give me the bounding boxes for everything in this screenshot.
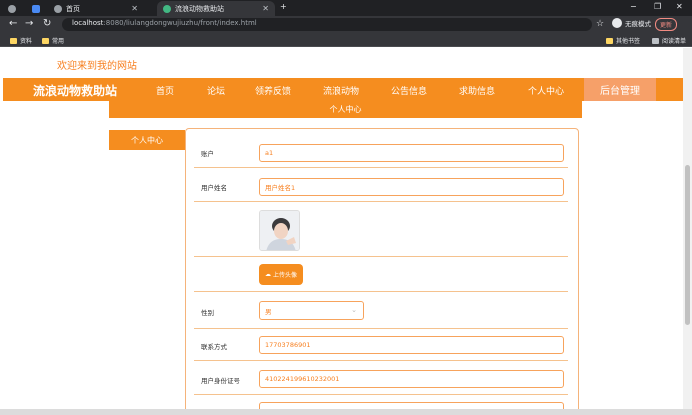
bookmark-folder[interactable]: 常用 bbox=[42, 36, 64, 45]
id-number-field[interactable]: 410224199610232001 bbox=[259, 370, 564, 388]
incognito-icon bbox=[612, 18, 622, 28]
reading-list-icon bbox=[652, 37, 659, 44]
site-brand[interactable]: 流浪动物救助站 bbox=[33, 82, 117, 99]
nav-home[interactable]: 首页 bbox=[156, 84, 174, 97]
divider bbox=[194, 256, 568, 257]
maximize-icon[interactable]: ❐ bbox=[654, 2, 661, 11]
gender-label: 性别 bbox=[201, 309, 214, 317]
profile-button[interactable]: 无痕模式 bbox=[612, 18, 651, 28]
id-number-label: 用户身份证号 bbox=[201, 377, 240, 385]
back-icon[interactable]: ← bbox=[9, 19, 17, 29]
nav-stray-animals[interactable]: 流浪动物 bbox=[323, 84, 359, 97]
divider bbox=[194, 291, 568, 292]
browser-tab[interactable]: 首页 ✕ bbox=[48, 1, 144, 16]
bookmark-star-icon[interactable]: ☆ bbox=[596, 19, 604, 29]
tab-label: 首页 bbox=[66, 4, 80, 13]
page-viewport: 欢迎来到我的网站 流浪动物救助站 首页 论坛 领养反馈 流浪动物 公告信息 求助… bbox=[0, 48, 683, 415]
side-menu-personal-center[interactable]: 个人中心 bbox=[109, 130, 185, 150]
browser-tab-strip: 首页 ✕ 流浪动物救助站 ✕ + − ❐ ✕ bbox=[0, 0, 692, 16]
url-text: localhost:8080/liulangdongwujiuzhu/front… bbox=[72, 19, 257, 27]
chevron-down-icon: ⌄ bbox=[351, 306, 357, 314]
update-button[interactable]: 更新 bbox=[655, 18, 678, 31]
folder-icon bbox=[42, 37, 49, 44]
nav-help-requests[interactable]: 求助信息 bbox=[459, 84, 495, 97]
avatar-image bbox=[260, 211, 299, 250]
nav-forum[interactable]: 论坛 bbox=[207, 84, 225, 97]
bookmarks-bar: 资料 常用 其他书签 阅读清单 bbox=[0, 33, 692, 47]
divider bbox=[194, 201, 568, 202]
account-field[interactable]: a1 bbox=[259, 144, 564, 162]
divider bbox=[194, 167, 568, 168]
reading-list[interactable]: 阅读清单 bbox=[652, 36, 686, 45]
section-title: 个人中心 bbox=[109, 101, 582, 118]
forward-icon[interactable]: → bbox=[25, 19, 33, 29]
new-tab-icon[interactable]: + bbox=[280, 2, 287, 11]
globe-icon bbox=[8, 4, 16, 13]
avatar bbox=[259, 210, 300, 251]
close-icon[interactable]: ✕ bbox=[131, 4, 138, 13]
browser-tab-active[interactable]: 流浪动物救助站 ✕ bbox=[157, 1, 275, 16]
folder-icon bbox=[10, 37, 17, 44]
divider bbox=[194, 328, 568, 329]
admin-button[interactable]: 后台管理 bbox=[584, 78, 656, 101]
cloud-upload-icon: ☁ bbox=[264, 271, 271, 278]
name-field[interactable]: 用户姓名1 bbox=[259, 178, 564, 196]
name-label: 用户姓名 bbox=[201, 184, 227, 192]
tab-label: 流浪动物救助站 bbox=[175, 4, 224, 13]
welcome-text: 欢迎来到我的网站 bbox=[57, 61, 137, 72]
scrollbar-thumb[interactable] bbox=[685, 165, 690, 325]
folder-icon bbox=[606, 37, 613, 44]
reload-icon[interactable]: ↻ bbox=[43, 19, 51, 29]
globe-icon bbox=[54, 4, 62, 13]
phone-label: 联系方式 bbox=[201, 343, 227, 351]
nav-personal-center[interactable]: 个人中心 bbox=[528, 84, 564, 97]
close-icon[interactable]: ✕ bbox=[262, 4, 269, 13]
window-close-icon[interactable]: ✕ bbox=[676, 2, 683, 11]
nav-adoption-feedback[interactable]: 领养反馈 bbox=[255, 84, 291, 97]
divider bbox=[194, 360, 568, 361]
bookmark-folder[interactable]: 其他书签 bbox=[606, 36, 640, 45]
minimize-icon[interactable]: − bbox=[630, 2, 637, 11]
upload-avatar-button[interactable]: ☁ 上传头像 bbox=[259, 264, 303, 285]
divider bbox=[194, 394, 568, 395]
bookmark-folder[interactable]: 资料 bbox=[10, 36, 32, 45]
account-label: 账户 bbox=[201, 150, 214, 158]
app-icon bbox=[32, 4, 40, 13]
phone-field[interactable]: 17703786901 bbox=[259, 336, 564, 354]
horizontal-scrollbar[interactable] bbox=[0, 409, 692, 415]
vue-icon bbox=[163, 4, 171, 13]
browser-tab[interactable] bbox=[2, 1, 26, 16]
gender-select[interactable]: 男 ⌄ bbox=[259, 301, 364, 320]
main-navbar: 流浪动物救助站 首页 论坛 领养反馈 流浪动物 公告信息 求助信息 个人中心 后… bbox=[3, 78, 683, 101]
nav-announcements[interactable]: 公告信息 bbox=[391, 84, 427, 97]
browser-tab[interactable] bbox=[26, 1, 48, 16]
